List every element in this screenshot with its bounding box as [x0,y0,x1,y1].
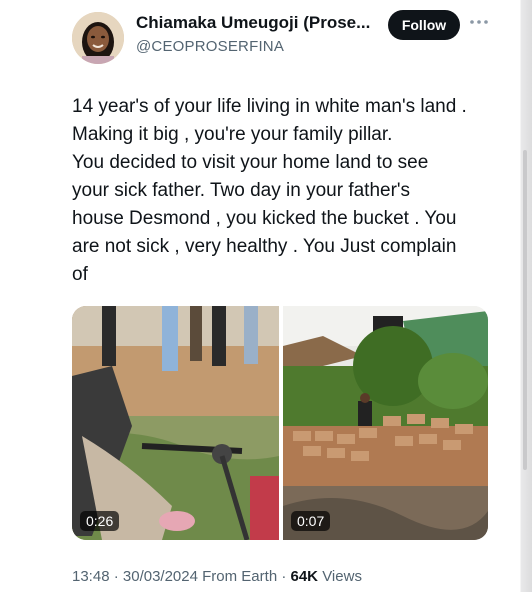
video-duration: 0:26 [80,511,120,531]
tweet-text: 14 year's of your life living in white m… [72,93,492,289]
tweet-source-label: From Earth [202,568,278,585]
video-thumbnail-left[interactable]: 0:26 [72,306,279,540]
video-thumbnail-right[interactable]: 0:07 [283,306,488,540]
video-duration: 0:07 [291,511,331,531]
tweet-line: are not sick , very healthy . You Just c… [72,236,457,257]
window-edge [512,0,532,592]
scroll-track [523,150,527,470]
separator-dot: · [281,568,291,585]
author-handle[interactable]: @CEOPROSERFINA [136,38,284,55]
tweet-line: your sick father. Two day in your father… [72,180,411,201]
tweet-line: 14 year's of your life living in white m… [72,96,467,117]
tweet-line: house Desmond , you kicked the bucket . … [72,208,457,229]
follow-button[interactable]: Follow [388,10,460,40]
views-count: 64K [290,568,319,585]
separator-dot: · [113,568,123,585]
tweet-meta: 13:48 · 30/03/2024 From Earth · 64K View… [72,568,362,585]
author-display-name[interactable]: Chiamaka Umeugoji (Prose... [136,13,370,33]
tweet-date[interactable]: 30/03/2024 [123,568,198,585]
tweet-line: Making it big , you're your family pilla… [72,124,393,145]
author-avatar[interactable] [72,12,124,64]
tweet-line: of [72,264,88,285]
tweet-time[interactable]: 13:48 [72,568,110,585]
tweet-line: You decided to visit your home land to s… [72,152,429,173]
more-horizontal-icon[interactable] [468,14,490,24]
views-label: Views [322,568,362,585]
